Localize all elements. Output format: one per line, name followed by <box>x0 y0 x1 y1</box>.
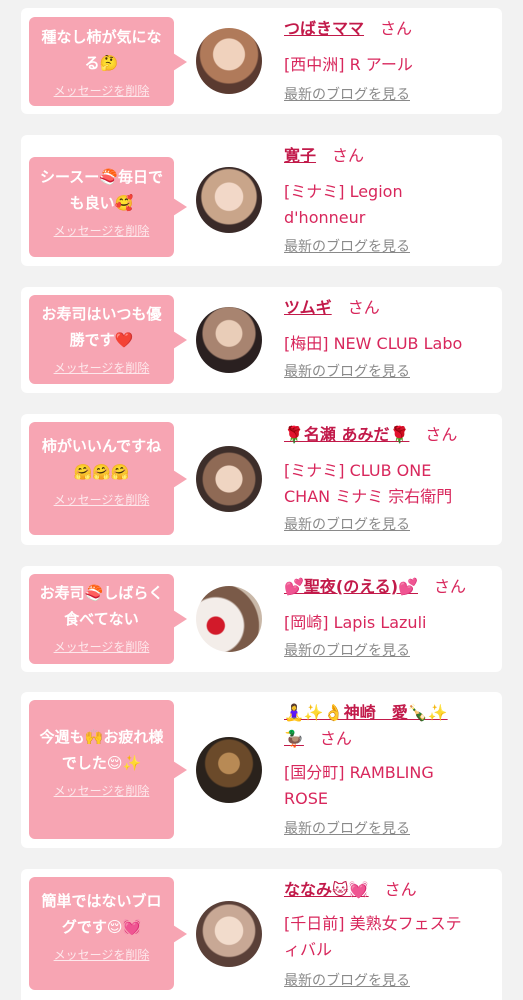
avatar[interactable] <box>196 446 262 512</box>
latest-blog-link[interactable]: 最新のブログを見る <box>284 236 410 256</box>
shop-label: [ミナミ] CLUB ONE CHAN ミナミ 宗右衛門 <box>284 461 453 506</box>
delete-message-link[interactable]: メッセージを削除 <box>37 638 166 655</box>
message-text: 種なし柿が気になる🤔 <box>41 28 162 72</box>
honorific: さん <box>434 577 467 596</box>
profile-name-link[interactable]: 🌹名瀬 あみだ🌹 <box>284 425 409 444</box>
message-list: 種なし柿が気になる🤔 メッセージを削除 つばきママ さん [西中洲] R アール … <box>0 0 523 1000</box>
honorific: さん <box>425 425 458 444</box>
message-text: シースー🍣毎日でも良い🥰 <box>40 168 163 212</box>
message-text: 簡単ではないブログです😌💓 <box>41 892 162 936</box>
latest-blog-link[interactable]: 最新のブログを見る <box>284 514 410 534</box>
avatar[interactable] <box>196 737 262 803</box>
message-bubble: 今週も🙌お疲れ様でした😌✨ メッセージを削除 <box>29 700 187 839</box>
profile-name-link[interactable]: 寛子 <box>284 146 316 165</box>
latest-blog-link[interactable]: 最新のブログを見る <box>284 361 410 381</box>
avatar[interactable] <box>196 307 262 373</box>
delete-message-link[interactable]: メッセージを削除 <box>37 222 166 239</box>
message-bubble: 種なし柿が気になる🤔 メッセージを削除 <box>29 17 187 106</box>
delete-message-link[interactable]: メッセージを削除 <box>37 82 166 99</box>
message-card: シースー🍣毎日でも良い🥰 メッセージを削除 寛子 さん [ミナミ] Legion … <box>21 135 502 266</box>
honorific: さん <box>319 729 352 748</box>
message-card: お寿司🍣しばらく食べてない メッセージを削除 💕聖夜(のえる)💕 さん [岡崎] … <box>21 566 502 672</box>
latest-blog-link[interactable]: 最新のブログを見る <box>284 970 410 990</box>
message-text: 今週も🙌お疲れ様でした😌✨ <box>39 728 164 772</box>
profile-name-link[interactable]: 🧘‍♀️✨👌神崎 愛🍾✨ 🦆 <box>284 703 448 748</box>
message-bubble: 柿がいいんですね🤗🤗🤗 メッセージを削除 <box>29 422 187 535</box>
profile-name-link[interactable]: ツムギ <box>284 298 332 317</box>
profile-name-link[interactable]: ななみ🐱💓 <box>284 880 369 899</box>
delete-message-link[interactable]: メッセージを削除 <box>37 946 166 963</box>
message-bubble: 簡単ではないブログです😌💓 メッセージを削除 <box>29 877 187 990</box>
shop-label: [西中洲] R アール <box>284 55 413 74</box>
message-card: 種なし柿が気になる🤔 メッセージを削除 つばきママ さん [西中洲] R アール … <box>21 8 502 114</box>
shop-label: [ミナミ] Legion d'honneur <box>284 182 403 227</box>
delete-message-link[interactable]: メッセージを削除 <box>37 359 166 376</box>
avatar[interactable] <box>196 167 262 233</box>
avatar[interactable] <box>196 901 262 967</box>
profile-name-link[interactable]: 💕聖夜(のえる)💕 <box>284 577 418 596</box>
delete-message-link[interactable]: メッセージを削除 <box>37 782 166 799</box>
avatar[interactable] <box>196 586 262 652</box>
avatar[interactable] <box>196 28 262 94</box>
shop-label: [国分町] RAMBLING ROSE <box>284 763 434 808</box>
shop-label: [梅田] NEW CLUB Labo <box>284 334 463 353</box>
honorific: さん <box>332 146 365 165</box>
honorific: さん <box>347 298 380 317</box>
message-bubble: シースー🍣毎日でも良い🥰 メッセージを削除 <box>29 157 187 257</box>
shop-label: [岡崎] Lapis Lazuli <box>284 613 427 632</box>
message-card: 柿がいいんですね🤗🤗🤗 メッセージを削除 🌹名瀬 あみだ🌹 さん [ミナミ] CL… <box>21 414 502 545</box>
honorific: さん <box>384 880 417 899</box>
message-card: お寿司はいつも優勝です❤️ メッセージを削除 ツムギ さん [梅田] NEW CL… <box>21 287 502 393</box>
message-bubble: お寿司🍣しばらく食べてない メッセージを削除 <box>29 574 187 664</box>
message-text: 柿がいいんですね🤗🤗🤗 <box>41 437 162 481</box>
latest-blog-link[interactable]: 最新のブログを見る <box>284 84 410 104</box>
message-bubble: お寿司はいつも優勝です❤️ メッセージを削除 <box>29 295 187 384</box>
honorific: さん <box>380 19 413 38</box>
message-card: 簡単ではないブログです😌💓 メッセージを削除 ななみ🐱💓 さん [千日前] 美熟女… <box>21 869 502 1000</box>
shop-label: [千日前] 美熟女フェステ ィバル <box>284 914 462 959</box>
profile-name-link[interactable]: つばきママ <box>284 19 364 38</box>
delete-message-link[interactable]: メッセージを削除 <box>37 491 166 508</box>
message-text: お寿司🍣しばらく食べてない <box>39 584 164 628</box>
latest-blog-link[interactable]: 最新のブログを見る <box>284 640 410 660</box>
message-card: 今週も🙌お疲れ様でした😌✨ メッセージを削除 🧘‍♀️✨👌神崎 愛🍾✨ 🦆 さん … <box>21 692 502 848</box>
message-text: お寿司はいつも優勝です❤️ <box>41 305 162 349</box>
latest-blog-link[interactable]: 最新のブログを見る <box>284 818 410 838</box>
